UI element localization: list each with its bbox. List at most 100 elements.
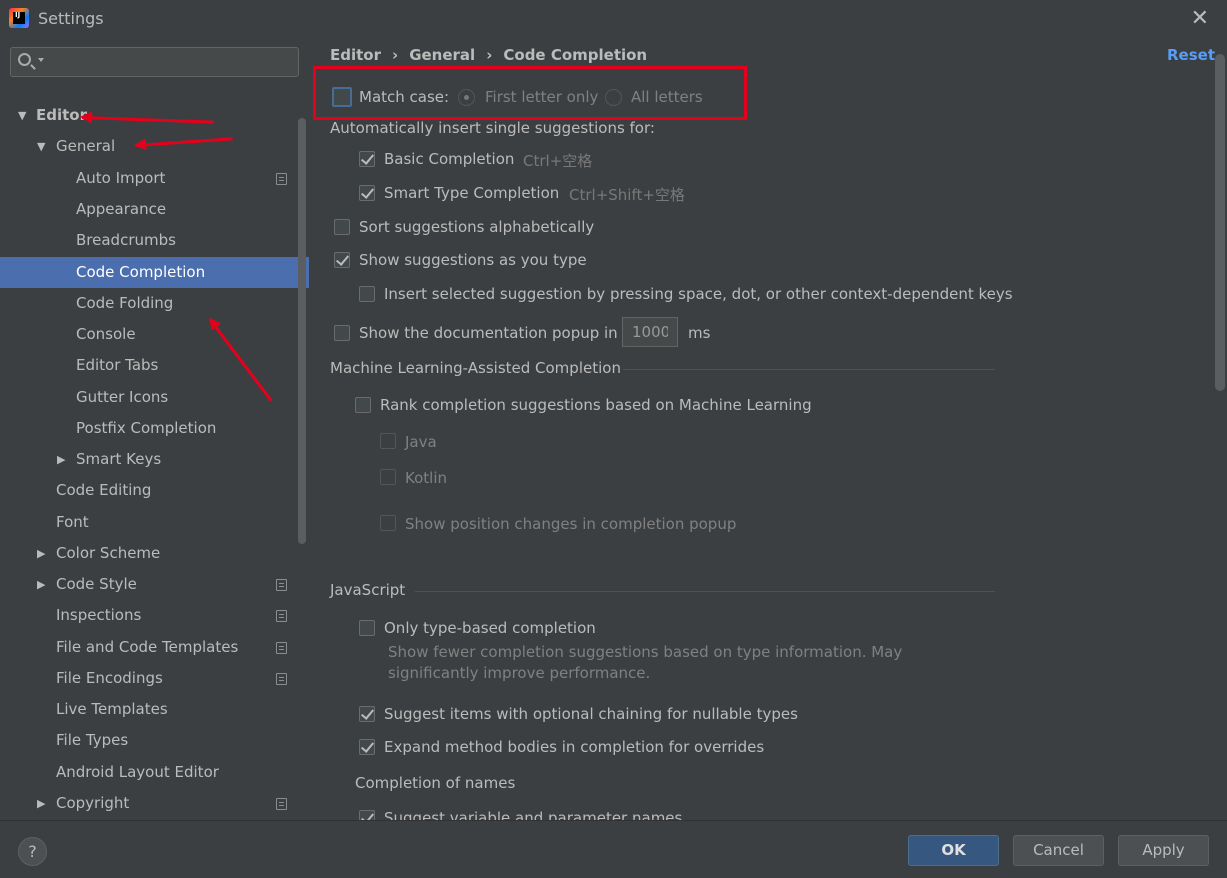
ok-button[interactable]: OK [908,835,999,866]
apply-button[interactable]: Apply [1118,835,1209,866]
ml-positions-checkbox[interactable] [380,515,396,531]
chevron-right-icon[interactable]: ▶ [37,788,45,819]
sidebar-item-label: Code Editing [56,481,152,499]
js-optional-chaining-checkbox[interactable] [359,706,375,722]
sidebar-item-auto-import[interactable]: Auto Import [0,163,309,194]
sidebar-item-label: Breadcrumbs [76,231,176,249]
cancel-button[interactable]: Cancel [1013,835,1104,866]
sidebar-item-label: General [56,137,116,155]
sidebar-scrollbar[interactable] [298,118,306,544]
names-suggest-checkbox[interactable] [359,810,375,820]
ml-positions-label: Show position changes in completion popu… [405,515,737,533]
sidebar-item-file-encodings[interactable]: File Encodings [0,663,309,694]
chevron-down-icon[interactable] [38,58,44,62]
help-button[interactable]: ? [18,837,47,866]
ml-rank-label: Rank completion suggestions based on Mac… [380,396,812,414]
content-scrollbar[interactable] [1215,54,1225,391]
js-type-based-description-line2: significantly improve performance. [388,664,651,682]
sidebar-item-breadcrumbs[interactable]: Breadcrumbs [0,225,309,256]
sidebar-item-label: Auto Import [76,169,166,187]
ml-section-divider [623,369,995,370]
project-settings-icon [276,642,287,654]
sidebar-item-appearance[interactable]: Appearance [0,194,309,225]
ml-kotlin-checkbox[interactable] [380,469,396,485]
js-optional-chaining-label: Suggest items with optional chaining for… [384,705,798,723]
sidebar-item-label: Editor Tabs [76,356,159,374]
sidebar-item-console[interactable]: Console [0,319,309,350]
ml-section-title: Machine Learning-Assisted Completion [330,359,621,377]
breadcrumb: Editor › General › Code Completion [330,46,647,64]
breadcrumb-separator: › [486,46,493,64]
chevron-right-icon[interactable]: ▶ [57,444,65,475]
js-type-based-checkbox[interactable] [359,620,375,636]
sidebar-item-smart-keys[interactable]: ▶ Smart Keys [0,444,309,475]
sidebar-item-file-types[interactable]: File Types [0,725,309,756]
sidebar-item-code-completion[interactable]: Code Completion [0,257,309,288]
sidebar-item-editor[interactable]: ▼ Editor [0,100,309,131]
chevron-down-icon[interactable]: ▼ [37,131,45,162]
names-suggest-label: Suggest variable and parameter names [384,809,683,820]
auto-insert-heading: Automatically insert single suggestions … [330,119,655,137]
dialog-footer: ? OK Cancel Apply [0,820,1227,878]
close-icon[interactable]: ✕ [1191,6,1209,31]
sidebar-item-label: Live Templates [56,700,168,718]
sort-alpha-checkbox[interactable] [334,219,350,235]
sidebar-item-file-and-code-templates[interactable]: File and Code Templates [0,632,309,663]
smart-type-completion-checkbox[interactable] [359,185,375,201]
sidebar-item-label: Android Layout Editor [56,763,219,781]
sidebar-item-code-folding[interactable]: Code Folding [0,288,309,319]
breadcrumb-item-editor: Editor [330,46,381,64]
sidebar-item-code-style[interactable]: ▶ Code Style [0,569,309,600]
project-settings-icon [276,673,287,685]
doc-popup-checkbox[interactable] [334,325,350,341]
sidebar-item-label: Postfix Completion [76,419,217,437]
js-section-divider [415,591,995,592]
chevron-right-icon[interactable]: ▶ [37,538,45,569]
reset-link[interactable]: Reset [1167,46,1215,64]
chevron-down-icon[interactable]: ▼ [18,100,26,131]
ml-rank-checkbox[interactable] [355,397,371,413]
js-expand-bodies-label: Expand method bodies in completion for o… [384,738,765,756]
sidebar-item-color-scheme[interactable]: ▶ Color Scheme [0,538,309,569]
doc-popup-label: Show the documentation popup in [359,324,618,342]
names-heading: Completion of names [355,774,516,792]
sidebar-item-editor-tabs[interactable]: Editor Tabs [0,350,309,381]
show-as-you-type-checkbox[interactable] [334,252,350,268]
title-bar: IJ Settings ✕ [0,0,1227,36]
search-input[interactable] [47,52,292,72]
sidebar-item-copyright[interactable]: ▶ Copyright [0,788,309,819]
breadcrumb-item-general: General [409,46,476,64]
sidebar-item-general[interactable]: ▼ General [0,131,309,162]
window-title: Settings [38,9,104,28]
js-expand-bodies-checkbox[interactable] [359,739,375,755]
sort-alpha-label: Sort suggestions alphabetically [359,218,595,236]
sidebar-item-label: Font [56,513,89,531]
chevron-right-icon[interactable]: ▶ [37,569,45,600]
basic-completion-checkbox[interactable] [359,151,375,167]
sidebar-item-code-editing[interactable]: Code Editing [0,475,309,506]
settings-content: Editor › General › Code Completion Reset Mat… [310,36,1227,820]
basic-completion-label: Basic Completion [384,150,515,168]
sidebar-item-live-templates[interactable]: Live Templates [0,694,309,725]
insert-selected-checkbox[interactable] [359,286,375,302]
sidebar-item-label: File and Code Templates [56,638,239,656]
search-field[interactable] [10,47,299,77]
sidebar-item-label: Inspections [56,606,142,624]
breadcrumb-item-code-completion: Code Completion [503,46,648,64]
ml-kotlin-label: Kotlin [405,469,447,487]
intellij-idea-icon: IJ [9,8,29,28]
js-type-based-label: Only type-based completion [384,619,596,637]
sidebar-item-label: Copyright [56,794,130,812]
smart-type-completion-label: Smart Type Completion [384,184,560,202]
sidebar-item-label: Color Scheme [56,544,161,562]
sidebar-item-inspections[interactable]: Inspections [0,600,309,631]
ml-java-checkbox[interactable] [380,433,396,449]
sidebar-item-android-layout-editor[interactable]: Android Layout Editor [0,757,309,788]
sidebar-item-label: Smart Keys [76,450,162,468]
basic-completion-shortcut: Ctrl+空格 [523,152,593,170]
sidebar-item-label: Code Completion [76,263,206,281]
doc-popup-delay-input[interactable] [622,317,678,347]
sidebar-item-font[interactable]: Font [0,507,309,538]
doc-popup-unit: ms [688,324,711,342]
sidebar-item-postfix-completion[interactable]: Postfix Completion [0,413,309,444]
